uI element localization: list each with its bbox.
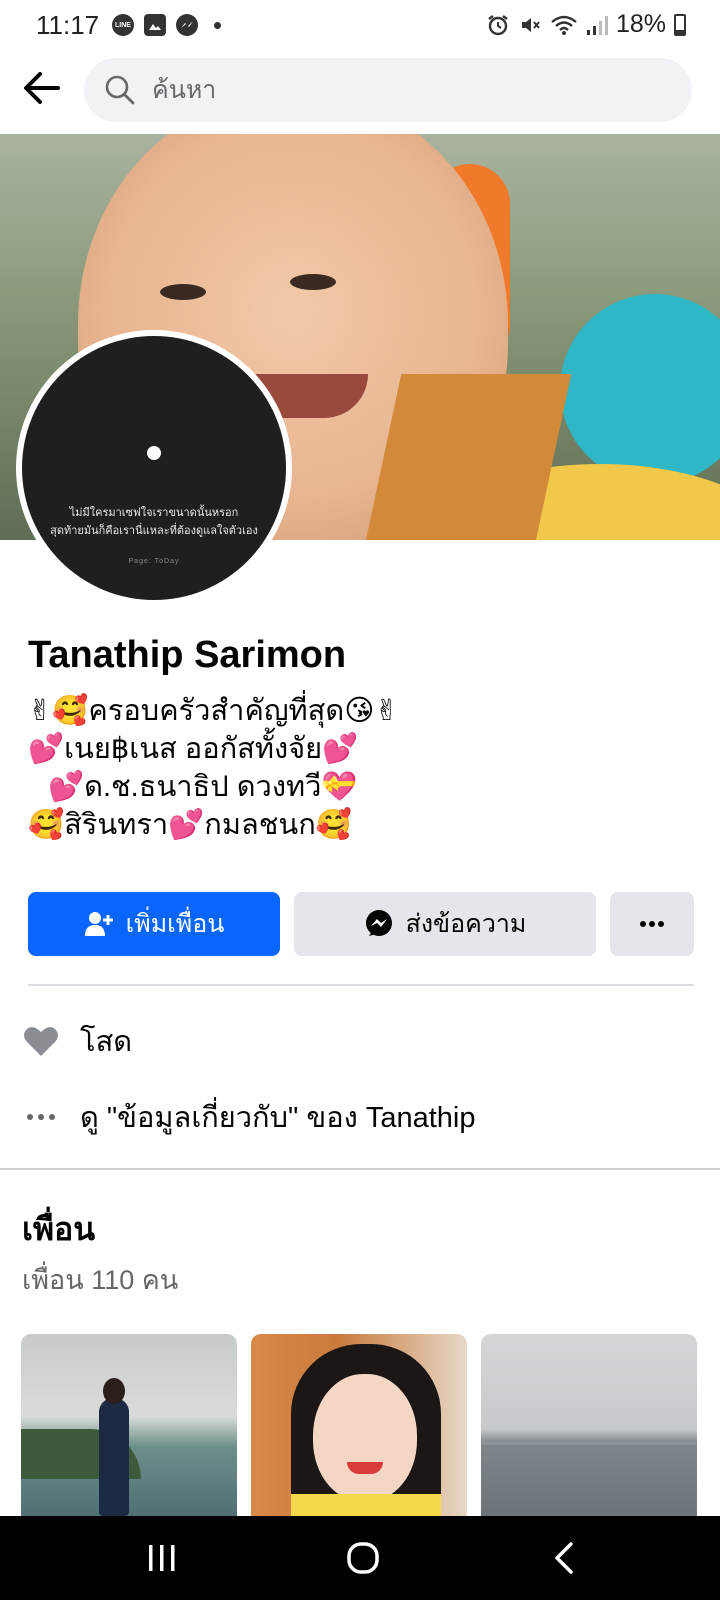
bio-line: 🥰สิรินทรา💕กมลชนก🥰 [28, 809, 352, 841]
home-icon [347, 1542, 379, 1574]
friend-photo-horizon [481, 1442, 697, 1445]
about-link[interactable]: ดู "ข้อมูลเกี่ยวกับ" ของ Tanathip [22, 1094, 475, 1140]
cover-beach-ball [560, 294, 720, 484]
bio-line: 💕เนย฿เนส ออกัสทั้งจัย💕 [28, 733, 359, 765]
message-button[interactable]: ส่งข้อความ [294, 892, 596, 956]
recent-apps-button[interactable] [122, 1536, 202, 1580]
avatar-quote-line1: ไม่มีใครมาเซฟใจเราขนาดนั้นหรอก [69, 507, 239, 519]
wifi-icon [551, 15, 577, 35]
avatar-quote-line2: สุดท้ายมันก็คือเรานี่แหละที่ต้องดูแลใจตั… [50, 525, 258, 537]
notification-icons: LINE [112, 14, 221, 36]
smiley-icon [147, 446, 161, 460]
recent-apps-icon [149, 1545, 175, 1571]
friend-tile[interactable] [21, 1334, 237, 1516]
system-icons: 18% [486, 10, 686, 39]
relationship-label: โสด [80, 1026, 133, 1058]
messenger-icon [176, 14, 198, 36]
divider [28, 984, 694, 986]
back-button[interactable] [18, 64, 66, 112]
friends-title: เพื่อน [22, 1211, 96, 1247]
friends-count[interactable]: เพื่อน 110 คน [22, 1258, 178, 1301]
line-app-icon: LINE [112, 14, 134, 36]
cover-eye-left [160, 284, 206, 300]
more-icon [640, 921, 664, 927]
profile-bio: ✌🥰ครอบครัวสำคัญที่สุด😘✌ 💕เนย฿เนส ออกัสทั… [28, 692, 399, 844]
add-friend-icon [84, 912, 113, 936]
search-bar[interactable] [84, 58, 692, 122]
avatar-brand: Page: ToDay [128, 558, 180, 565]
battery-percent: 18% [615, 10, 666, 38]
more-notifications-dot [214, 21, 221, 29]
home-button[interactable] [323, 1536, 403, 1580]
about-link-label: ดู "ข้อมูลเกี่ยวกับ" ของ Tanathip [80, 1102, 476, 1134]
back-chevron-icon [555, 1542, 573, 1574]
friend-photo-face [313, 1374, 417, 1502]
profile-avatar[interactable]: ไม่มีใครมาเซฟใจเราขนาดนั้นหรอก สุดท้ายมั… [16, 330, 292, 606]
message-label: ส่งข้อความ [405, 910, 527, 938]
bio-line: 💕ด.ช.ธนาธิป ดวงทวี💝 [48, 771, 358, 803]
friend-tile[interactable] [251, 1334, 467, 1516]
mute-icon [521, 17, 540, 32]
profile-name: Tanathip Sarimon [28, 634, 347, 676]
cover-eye-right [290, 274, 336, 290]
avatar-quote: ไม่มีใครมาเซฟใจเราขนาดนั้นหรอก สุดท้ายมั… [44, 504, 264, 540]
back-arrow-icon [24, 72, 60, 104]
add-friend-button[interactable]: เพิ่มเพื่อน [28, 892, 280, 956]
status-time: 11:17 [36, 10, 100, 40]
avatar-image: ไม่มีใครมาเซฟใจเราขนาดนั้นหรอก สุดท้ายมั… [22, 336, 286, 600]
heart-icon [22, 1022, 60, 1060]
signal-icon [586, 15, 608, 35]
add-friend-label: เพิ่มเพื่อน [125, 910, 225, 938]
alarm-icon [488, 14, 508, 35]
relationship-status: โสด [22, 1018, 132, 1064]
friend-photo-shirt [291, 1494, 441, 1516]
messenger-icon [365, 910, 392, 936]
bio-line: ✌🥰ครอบครัวสำคัญที่สุด😘✌ [28, 695, 399, 727]
more-options-button[interactable] [610, 892, 694, 956]
more-dots-icon [22, 1098, 60, 1136]
status-bar: 11:17 LINE 18% [0, 0, 720, 52]
friend-photo-person [99, 1398, 129, 1516]
section-divider [0, 1168, 720, 1170]
friend-tile[interactable] [481, 1334, 697, 1516]
gallery-icon [144, 14, 166, 36]
back-nav-button[interactable] [524, 1536, 604, 1580]
search-input[interactable] [150, 74, 654, 106]
battery-icon [674, 13, 686, 36]
friend-photo-head [103, 1378, 125, 1404]
search-icon [105, 75, 135, 105]
